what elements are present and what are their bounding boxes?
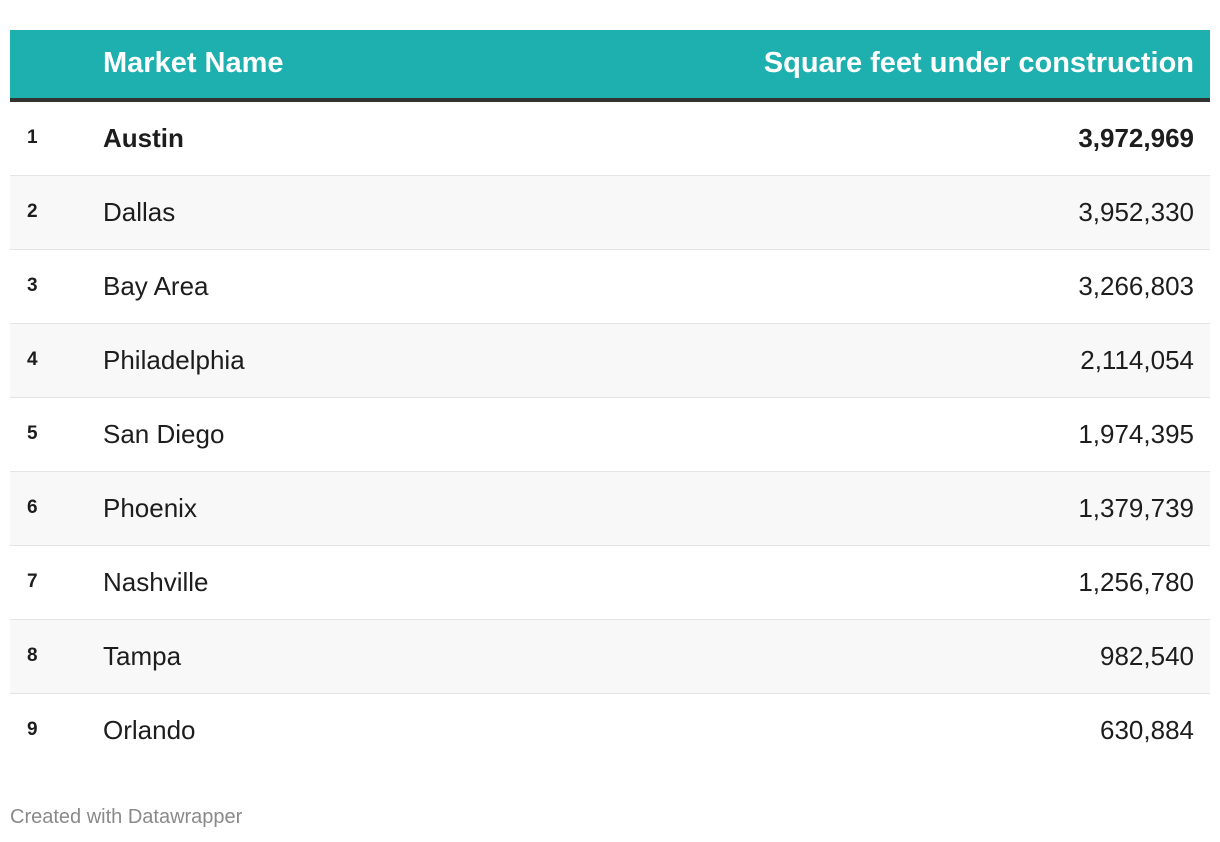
data-table: Market Name Square feet under constructi…	[10, 30, 1210, 767]
row-square-feet: 2,114,054	[1080, 345, 1194, 375]
table-row: 4 Philadelphia 2,114,054	[10, 324, 1210, 398]
table-row: 6 Phoenix 1,379,739	[10, 472, 1210, 546]
row-rank: 2	[27, 201, 38, 222]
table-body: 1 Austin 3,972,969 2 Dallas 3,952,330 3 Bay Are…	[10, 102, 1210, 767]
row-market-name: Philadelphia	[103, 345, 245, 375]
table-row: 1 Austin 3,972,969	[10, 102, 1210, 176]
credit-footer: Created with Datawrapper	[10, 806, 243, 828]
header-square-feet: Square feet under construction	[763, 47, 1194, 79]
table-row: 3 Bay Area 3,266,803	[10, 250, 1210, 324]
row-square-feet: 1,256,780	[1078, 567, 1194, 597]
row-market-name: Bay Area	[103, 271, 209, 301]
row-rank: 1	[27, 127, 38, 148]
table-row: 7 Nashville 1,256,780	[10, 546, 1210, 620]
table-row: 2 Dallas 3,952,330	[10, 176, 1210, 250]
row-square-feet: 1,974,395	[1078, 419, 1194, 449]
row-market-name: Phoenix	[103, 493, 197, 523]
row-rank: 4	[27, 349, 38, 370]
row-market-name: Austin	[103, 123, 184, 153]
row-square-feet: 630,884	[1100, 715, 1194, 745]
row-rank: 9	[27, 719, 38, 740]
row-market-name: San Diego	[103, 419, 225, 449]
row-market-name: Dallas	[103, 197, 176, 227]
row-rank: 8	[27, 645, 38, 666]
table-header: Market Name Square feet under constructi…	[10, 30, 1210, 102]
table-row: 8 Tampa 982,540	[10, 620, 1210, 694]
row-square-feet: 3,972,969	[1078, 123, 1194, 153]
row-market-name: Tampa	[103, 641, 182, 671]
row-rank: 5	[27, 423, 38, 444]
row-square-feet: 3,266,803	[1078, 271, 1194, 301]
row-rank: 3	[27, 275, 38, 296]
row-square-feet: 1,379,739	[1078, 493, 1194, 523]
row-market-name: Nashville	[103, 567, 209, 597]
row-square-feet: 3,952,330	[1078, 197, 1194, 227]
row-market-name: Orlando	[103, 715, 196, 745]
row-rank: 7	[27, 571, 38, 592]
header-market-name: Market Name	[103, 47, 284, 79]
table-row: 5 San Diego 1,974,395	[10, 398, 1210, 472]
row-square-feet: 982,540	[1100, 641, 1194, 671]
table-row: 9 Orlando 630,884	[10, 694, 1210, 767]
row-rank: 6	[27, 497, 38, 518]
chart-container: Market Name Square feet under constructi…	[0, 0, 1220, 842]
